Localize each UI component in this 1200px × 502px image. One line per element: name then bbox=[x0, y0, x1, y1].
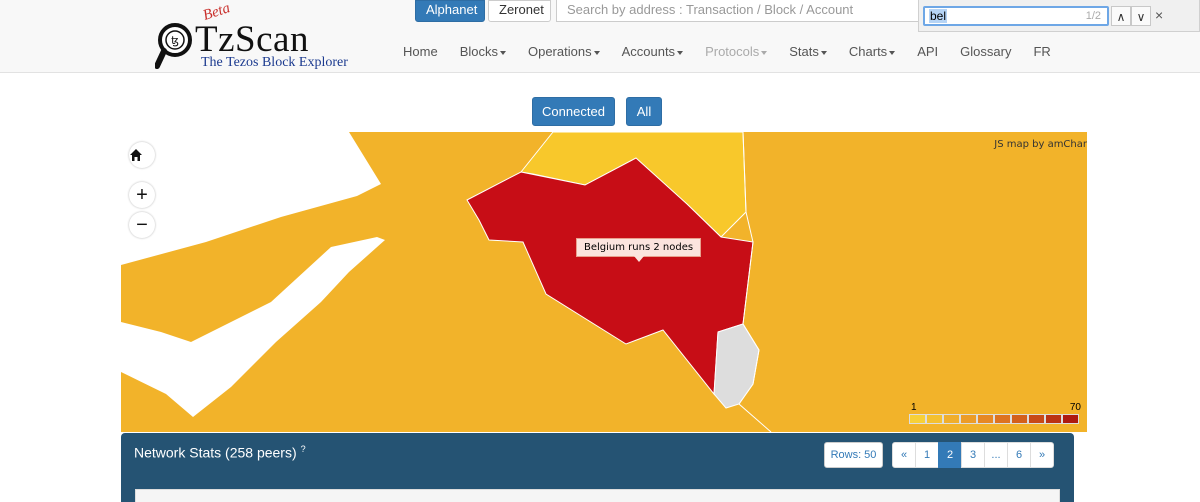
close-icon[interactable]: × bbox=[1155, 7, 1163, 23]
map-credit[interactable]: JS map by amChar bbox=[994, 139, 1087, 150]
nav-stats[interactable]: Stats bbox=[778, 40, 838, 62]
caret-down-icon bbox=[593, 50, 600, 55]
country-luxembourg bbox=[713, 323, 760, 409]
page-3[interactable]: 3 bbox=[961, 442, 985, 468]
nav-operations-label: Operations bbox=[527, 44, 592, 59]
legend-swatch bbox=[977, 414, 994, 424]
sea-channel bbox=[121, 237, 385, 432]
network-zeronet-button[interactable]: Zeronet bbox=[488, 0, 551, 22]
logo-subtitle: The Tezos Block Explorer bbox=[201, 55, 348, 70]
legend-swatch bbox=[1028, 414, 1045, 424]
network-alphanet-button[interactable]: Alphanet bbox=[415, 0, 485, 22]
caret-down-icon bbox=[889, 50, 896, 55]
legend-swatch bbox=[926, 414, 943, 424]
nav-api-label: API bbox=[917, 44, 939, 59]
nav-api[interactable]: API bbox=[906, 40, 949, 62]
nav-protocols: Protocols bbox=[694, 40, 778, 62]
network-stats-panel: Network Stats (258 peers)? Rows: 50 « 1 … bbox=[121, 433, 1074, 502]
chevron-down-icon[interactable]: ∨ bbox=[1131, 6, 1151, 26]
nav-charts[interactable]: Charts bbox=[838, 40, 906, 62]
filter-connected-button[interactable]: Connected bbox=[532, 97, 615, 126]
nav-accounts[interactable]: Accounts bbox=[611, 40, 694, 62]
page-6[interactable]: 6 bbox=[1007, 442, 1031, 468]
legend-max: 70 bbox=[1069, 402, 1081, 413]
nav-charts-label: Charts bbox=[848, 44, 888, 59]
home-icon[interactable] bbox=[129, 142, 155, 168]
nav-operations[interactable]: Operations bbox=[517, 40, 611, 62]
caret-down-icon bbox=[499, 50, 506, 55]
legend-swatch bbox=[994, 414, 1011, 424]
page-ellipsis: ... bbox=[984, 442, 1008, 468]
legend-swatch bbox=[1062, 414, 1079, 424]
nav-protocols-label: Protocols bbox=[705, 44, 760, 59]
help-icon[interactable]: ? bbox=[301, 444, 306, 454]
home-glyph bbox=[130, 149, 142, 161]
nav-blocks-label: Blocks bbox=[459, 44, 498, 59]
tzscan-logo[interactable]: ꜩ Beta TzScan The Tezos Block Explorer bbox=[155, 0, 355, 72]
page-2[interactable]: 2 bbox=[938, 442, 962, 468]
legend-swatch bbox=[1045, 414, 1062, 424]
map-canvas bbox=[121, 132, 772, 432]
legend-swatch bbox=[1011, 414, 1028, 424]
nav-home[interactable]: Home bbox=[392, 40, 449, 62]
legend-min: 1 bbox=[911, 402, 917, 413]
nav-glossary-label: Glossary bbox=[960, 44, 1012, 59]
page-1[interactable]: 1 bbox=[915, 442, 939, 468]
legend-swatch bbox=[943, 414, 960, 424]
network-stats-table bbox=[135, 489, 1060, 502]
caret-down-icon bbox=[677, 50, 684, 55]
world-nodes-map[interactable]: JS map by amChar + − Belgium runs 2 node… bbox=[121, 132, 1087, 432]
page-next[interactable]: » bbox=[1030, 442, 1054, 468]
main-nav: Home Blocks Operations Accounts Protocol… bbox=[392, 40, 1062, 62]
pagination: « 1 2 3 ... 6 » bbox=[892, 442, 1054, 468]
rows-per-page-button[interactable]: Rows: 50 bbox=[824, 442, 883, 468]
caret-down-icon bbox=[820, 50, 827, 55]
find-query: bel bbox=[929, 9, 948, 23]
legend-swatch bbox=[909, 414, 926, 424]
find-input[interactable]: bel 1/2 bbox=[923, 6, 1109, 26]
zoom-out-icon[interactable]: − bbox=[129, 212, 155, 238]
search-input[interactable]: Search by address : Transaction / Block … bbox=[556, 0, 920, 22]
chevron-up-icon[interactable]: ∧ bbox=[1111, 6, 1131, 26]
nav-home-label: Home bbox=[403, 44, 438, 59]
svg-text:ꜩ: ꜩ bbox=[171, 35, 179, 47]
nav-stats-label: Stats bbox=[789, 44, 819, 59]
page-prev[interactable]: « bbox=[892, 442, 916, 468]
country-tooltip: Belgium runs 2 nodes bbox=[576, 238, 702, 262]
zoom-in-icon[interactable]: + bbox=[129, 182, 155, 208]
nav-blocks[interactable]: Blocks bbox=[449, 40, 517, 62]
find-in-page-bar: bel 1/2 ∧ ∨ × bbox=[918, 0, 1200, 32]
filter-all-button[interactable]: All bbox=[626, 97, 662, 126]
legend-swatch bbox=[960, 414, 977, 424]
nav-accounts-label: Accounts bbox=[621, 44, 676, 59]
network-stats-title-text: Network Stats (258 peers) bbox=[134, 444, 297, 461]
nav-language-label: FR bbox=[1033, 44, 1051, 59]
find-match-count: 1/2 bbox=[1085, 10, 1101, 22]
network-stats-title: Network Stats (258 peers)? bbox=[134, 444, 306, 461]
legend-color-scale bbox=[909, 414, 1079, 424]
nav-language-fr[interactable]: FR bbox=[1022, 40, 1061, 62]
caret-down-icon bbox=[761, 50, 768, 55]
nav-glossary[interactable]: Glossary bbox=[949, 40, 1022, 62]
